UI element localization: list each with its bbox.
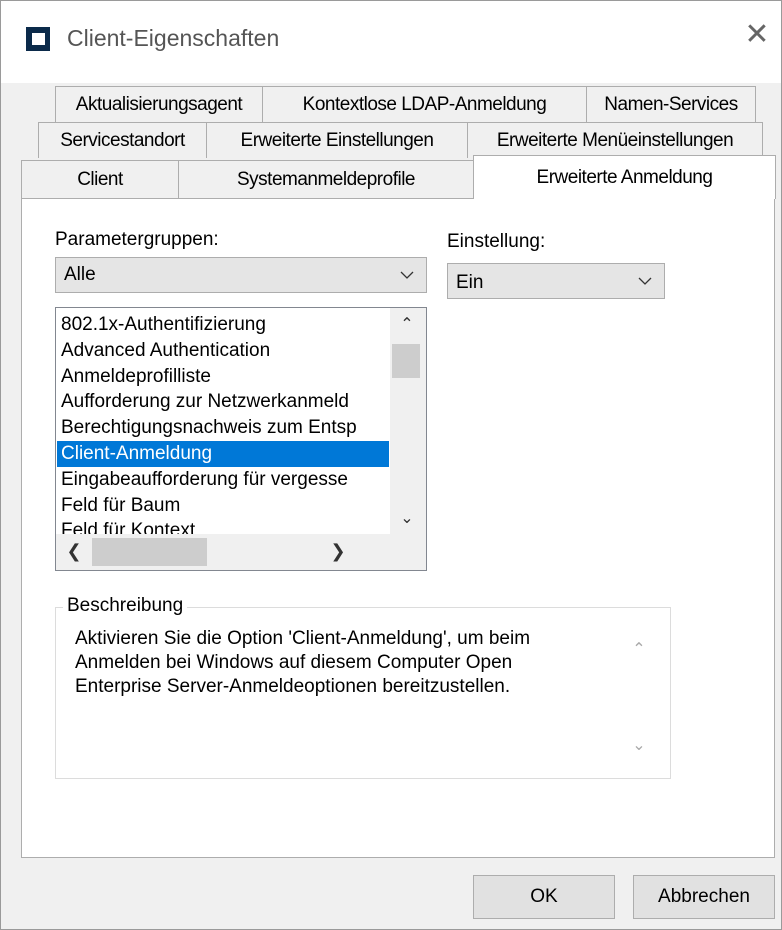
list-item[interactable]: Aufforderung zur Netzwerkanmeld — [57, 389, 389, 415]
scrollbar-corner — [390, 534, 426, 570]
setting-label: Einstellung: — [447, 231, 546, 252]
parameter-list[interactable]: 802.1x-Authentifizierung Advanced Authen… — [55, 307, 427, 571]
scroll-up-icon[interactable]: ⌃ — [390, 308, 424, 340]
scroll-up-icon[interactable]: ⌃ — [629, 639, 649, 659]
scroll-down-icon[interactable]: ⌄ — [629, 735, 649, 755]
parameter-list-items: 802.1x-Authentifizierung Advanced Authen… — [57, 312, 389, 544]
list-item[interactable]: Anmeldeprofilliste — [57, 364, 389, 390]
parameter-groups-label: Parametergruppen: — [55, 229, 219, 250]
list-item-selected[interactable]: Client-Anmeldung — [57, 440, 389, 467]
scroll-down-icon[interactable]: ⌄ — [390, 502, 424, 534]
description-text: Aktivieren Sie die Option 'Client-Anmeld… — [75, 628, 531, 697]
close-icon[interactable]: ✕ — [739, 17, 775, 53]
parameter-groups-dropdown[interactable]: Alle — [55, 257, 427, 293]
tab-kontextlose-ldap-anmeldung[interactable]: Kontextlose LDAP-Anmeldung — [262, 86, 587, 122]
window-title: Client-Eigenschaften — [67, 25, 280, 51]
scroll-thumb[interactable] — [92, 538, 207, 566]
ok-button[interactable]: OK — [473, 875, 615, 919]
scroll-thumb[interactable] — [392, 344, 420, 378]
parameter-groups-value: Alle — [64, 264, 96, 285]
tab-erweiterte-menueinstellungen[interactable]: Erweiterte Menüeinstellungen — [467, 122, 763, 158]
setting-dropdown[interactable]: Ein — [447, 263, 665, 299]
description-legend: Beschreibung — [63, 595, 188, 617]
app-icon — [26, 27, 50, 51]
scroll-right-icon[interactable]: ❯ — [322, 534, 354, 570]
list-item[interactable]: Eingabeaufforderung für vergesse — [57, 467, 389, 493]
cancel-button[interactable]: Abbrechen — [633, 875, 775, 919]
tab-erweiterte-anmeldung[interactable]: Erweiterte Anmeldung — [473, 155, 776, 199]
tab-servicestandort[interactable]: Servicestandort — [38, 122, 207, 158]
list-horizontal-scrollbar[interactable]: ❮ ❯ — [56, 534, 390, 570]
tab-erweiterte-einstellungen[interactable]: Erweiterte Einstellungen — [206, 122, 468, 158]
client-properties-dialog: Client-Eigenschaften ✕ Aktualisierungsag… — [0, 0, 782, 930]
list-item[interactable]: Berechtigungsnachweis zum Entsp — [57, 415, 389, 441]
tab-systemanmeldeprofile[interactable]: Systemanmeldeprofile — [178, 160, 474, 199]
tab-client[interactable]: Client — [21, 160, 179, 199]
list-vertical-scrollbar[interactable]: ⌃ ⌄ — [390, 308, 426, 534]
tab-aktualisierungsagent[interactable]: Aktualisierungsagent — [55, 86, 263, 122]
title-bar: Client-Eigenschaften ✕ — [1, 1, 781, 83]
list-item[interactable]: Feld für Baum — [57, 493, 389, 519]
tab-namen-services[interactable]: Namen-Services — [586, 86, 756, 122]
list-item[interactable]: 802.1x-Authentifizierung — [57, 312, 389, 338]
chevron-down-icon — [638, 277, 652, 285]
scroll-left-icon[interactable]: ❮ — [58, 534, 90, 570]
setting-value: Ein — [456, 272, 484, 293]
list-item[interactable]: Advanced Authentication — [57, 338, 389, 364]
chevron-down-icon — [400, 271, 414, 279]
